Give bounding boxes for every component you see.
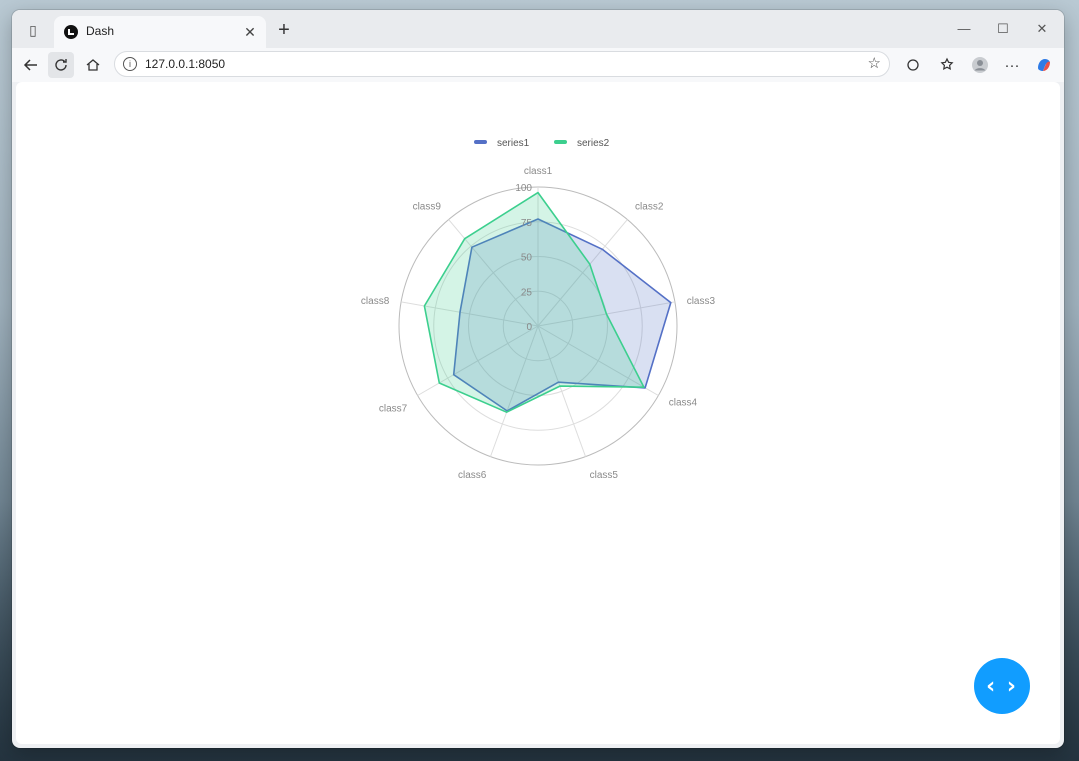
home-icon	[86, 59, 100, 71]
copilot-button[interactable]	[1031, 52, 1057, 78]
browser-window: ▯ Dash ✕ + — ☐ ✕ i 127.0.0.1:8050 ☆ ··· …	[12, 10, 1064, 748]
minimize-button[interactable]: —	[950, 18, 978, 40]
page-viewport: 0 25 50 75 100 class1 class2 class3 class4 class5…	[16, 82, 1060, 744]
indicator-label-class3: class3	[687, 296, 716, 307]
extensions-button[interactable]	[900, 52, 926, 78]
code-toggle-button[interactable]: ‹ ›	[974, 658, 1030, 714]
copilot-icon	[1038, 59, 1050, 71]
tab-close-icon[interactable]: ✕	[240, 22, 260, 42]
arrow-left-icon	[23, 59, 37, 71]
puzzle-icon	[907, 59, 919, 71]
tab-dash[interactable]: Dash ✕	[54, 16, 266, 48]
code-toggle-icon: ‹ ›	[986, 673, 1018, 699]
radar-chart: 0 25 50 75 100 class1 class2 class3 class4 class5…	[361, 138, 716, 481]
refresh-icon	[55, 59, 67, 71]
browser-toolbar: i 127.0.0.1:8050 ☆ ···	[12, 48, 1064, 82]
close-window-button[interactable]: ✕	[1028, 18, 1056, 40]
tick-label: 75	[521, 218, 533, 229]
workspaces-icon[interactable]: ▯	[22, 19, 44, 41]
profile-button[interactable]	[967, 52, 993, 78]
indicator-label-class7: class7	[379, 404, 408, 415]
indicator-label-class9: class9	[413, 201, 442, 212]
tab-title: Dash	[86, 24, 115, 38]
tab-bar: ▯ Dash ✕ + — ☐ ✕	[12, 10, 1064, 48]
indicator-label-class5: class5	[590, 470, 619, 481]
refresh-button[interactable]	[48, 52, 74, 78]
tick-label: 25	[521, 287, 533, 298]
legend-swatch-series2	[554, 140, 567, 144]
tick-label: 50	[521, 253, 533, 264]
tick-label: 100	[515, 183, 532, 194]
home-button[interactable]	[80, 52, 106, 78]
indicator-label-class1: class1	[524, 166, 553, 177]
back-button[interactable]	[18, 52, 44, 78]
maximize-button[interactable]: ☐	[989, 18, 1017, 40]
indicator-label-class2: class2	[635, 201, 664, 212]
legend-label-series2: series2	[577, 138, 610, 149]
address-bar[interactable]: i 127.0.0.1:8050 ☆	[114, 51, 890, 77]
indicator-label-class4: class4	[669, 398, 698, 409]
favorites-button[interactable]	[935, 52, 961, 78]
indicator-label-class8: class8	[361, 296, 390, 307]
tick-label: 0	[526, 322, 532, 333]
favorites-star-icon	[940, 57, 954, 70]
new-tab-button[interactable]: +	[273, 19, 295, 41]
avatar-icon	[972, 57, 988, 73]
legend-swatch-series1	[474, 140, 487, 144]
legend-label-series1: series1	[497, 138, 530, 149]
site-info-icon[interactable]: i	[123, 57, 137, 71]
indicator-label-class6: class6	[458, 470, 487, 481]
favorite-star-icon[interactable]: ☆	[868, 54, 881, 72]
dash-favicon-icon	[64, 25, 78, 39]
url-text: 127.0.0.1:8050	[145, 57, 226, 71]
more-menu-button[interactable]: ···	[999, 52, 1025, 78]
